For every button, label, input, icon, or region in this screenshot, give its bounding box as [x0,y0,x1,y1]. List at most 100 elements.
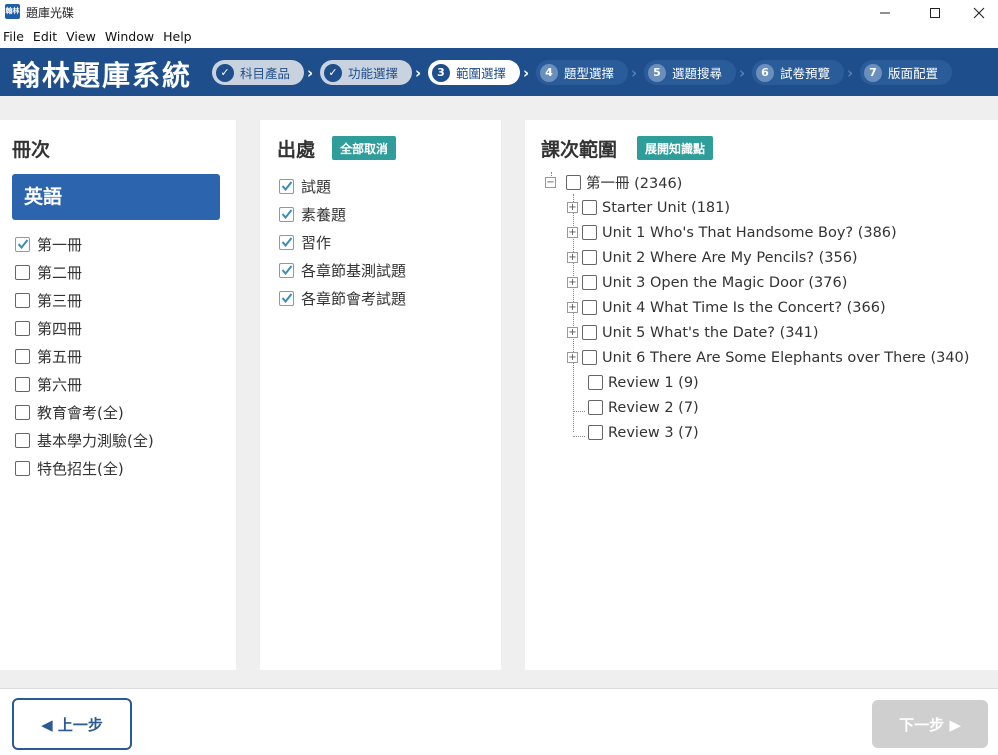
tree-item[interactable]: + Unit 1 Who's That Handsome Boy? (386) [567,220,897,245]
source-item[interactable]: 素養題 [279,200,406,228]
tree-item[interactable]: Review 3 (7) [588,420,699,445]
menu-window[interactable]: Window [105,29,154,47]
checkbox-icon[interactable] [582,325,597,340]
maximize-button[interactable] [912,0,958,26]
close-button[interactable] [956,0,998,26]
close-icon [973,7,985,19]
source-item[interactable]: 各章節會考試題 [279,284,406,312]
checkbox-checked-icon[interactable] [279,206,294,222]
previous-step-button[interactable]: ◀ 上一步 [12,698,132,750]
tree-item[interactable]: Review 1 (9) [588,370,699,395]
checkbox-icon[interactable] [566,175,581,190]
expand-icon[interactable]: + [567,302,578,313]
checkbox-icon[interactable] [582,250,597,265]
step-number: 5 [648,63,666,82]
checkbox-icon[interactable] [582,350,597,365]
step-layout-config[interactable]: 7 版面配置 [860,60,952,85]
checkbox-icon[interactable] [588,400,603,415]
checkbox-icon[interactable] [15,292,30,308]
source-item[interactable]: 各章節基測試題 [279,256,406,284]
volume-item[interactable]: 第三冊 [15,286,154,314]
tree-item[interactable]: Review 2 (7) [588,395,699,420]
checkbox-icon[interactable] [582,275,597,290]
expand-icon[interactable]: + [567,327,578,338]
expand-icon[interactable]: + [567,352,578,363]
tree-label: Unit 6 There Are Some Elephants over The… [602,349,970,366]
step-range-select[interactable]: 3 範圍選擇 [428,60,520,85]
checkbox-checked-icon[interactable] [279,178,294,194]
checkbox-icon[interactable] [15,460,30,476]
source-label: 試題 [301,177,332,196]
step-paper-preview[interactable]: 6 試卷預覽 [752,60,844,85]
tree-item[interactable]: + Unit 2 Where Are My Pencils? (356) [567,245,858,270]
volume-label: 教育會考(全) [37,403,124,422]
source-item[interactable]: 習作 [279,228,406,256]
step-arrow-icon: › [847,64,854,82]
checkbox-checked-icon[interactable] [279,234,294,250]
deselect-all-button[interactable]: 全部取消 [332,136,396,160]
step-function-select[interactable]: ✓ 功能選擇 [320,60,412,85]
step-question-search[interactable]: 5 選題搜尋 [644,60,736,85]
expand-knowledge-button[interactable]: 展開知識點 [637,136,713,160]
tree-item[interactable]: + Unit 3 Open the Magic Door (376) [567,270,847,295]
menu-help[interactable]: Help [163,29,192,47]
checkbox-icon[interactable] [588,425,603,440]
step-subject-product[interactable]: ✓ 科目產品 [212,60,304,85]
tree-label: Unit 3 Open the Magic Door (376) [602,274,848,291]
tree-label: Review 2 (7) [608,399,699,416]
source-label: 習作 [301,233,332,252]
checkbox-icon[interactable] [582,200,597,215]
menu-file[interactable]: File [3,29,24,47]
volume-item[interactable]: 第一冊 [15,230,154,258]
checkbox-icon[interactable] [15,264,30,280]
expand-icon[interactable]: + [567,227,578,238]
source-item[interactable]: 試題 [279,172,406,200]
next-step-button[interactable]: 下一步 ▶ [872,700,988,748]
checkbox-icon[interactable] [15,432,30,448]
checkbox-checked-icon[interactable] [279,290,294,306]
menu-edit[interactable]: Edit [33,29,57,47]
tree-item[interactable]: + Unit 5 What's the Date? (341) [567,320,819,345]
menu-view[interactable]: View [66,29,96,47]
volume-item[interactable]: 特色招生(全) [15,454,154,482]
volume-item[interactable]: 第四冊 [15,314,154,342]
volume-item[interactable]: 教育會考(全) [15,398,154,426]
expand-icon[interactable]: + [567,277,578,288]
expand-icon[interactable]: + [567,252,578,263]
step-number: 3 [432,63,450,82]
volume-item[interactable]: 第六冊 [15,370,154,398]
tree-label: Unit 5 What's the Date? (341) [602,324,819,341]
volume-item[interactable]: 第五冊 [15,342,154,370]
checkbox-checked-icon[interactable] [279,262,294,278]
volume-label: 第四冊 [37,319,83,338]
volume-item[interactable]: 第二冊 [15,258,154,286]
step-arrow-icon: › [631,64,638,82]
checkbox-icon[interactable] [582,300,597,315]
app-header: 翰林題庫系統 ✓ 科目產品 › ✓ 功能選擇 › 3 範圍選擇 › 4 題型選擇… [0,48,998,96]
minimize-button[interactable] [862,0,908,26]
step-label: 科目產品 [240,66,291,81]
source-panel: 出處 全部取消 試題 素養題 習作 各章節基測試題 各章節會考試題 [260,120,501,670]
source-label: 各章節會考試題 [301,289,407,308]
tree-root[interactable]: − 第一冊 (2346) [545,170,682,195]
tree-label: Unit 4 What Time Is the Concert? (366) [602,299,886,316]
subject-selector[interactable]: 英語 [12,174,220,220]
checkbox-icon[interactable] [15,320,30,336]
step-number: 6 [756,63,774,82]
checkbox-icon[interactable] [588,375,603,390]
collapse-icon[interactable]: − [545,177,556,188]
checkbox-icon[interactable] [15,376,30,392]
tree-item[interactable]: + Unit 4 What Time Is the Concert? (366) [567,295,886,320]
tree-item[interactable]: + Unit 6 There Are Some Elephants over T… [567,345,969,370]
window-title: 題庫光碟 [26,6,75,20]
step-type-select[interactable]: 4 題型選擇 [536,60,628,85]
expand-icon[interactable]: + [567,202,578,213]
volume-item[interactable]: 基本學力測驗(全) [15,426,154,454]
checkbox-icon[interactable] [15,348,30,364]
checkbox-icon[interactable] [15,404,30,420]
checkbox-checked-icon[interactable] [15,236,30,252]
checkbox-icon[interactable] [582,225,597,240]
step-label: 試卷預覽 [780,66,831,81]
tree-item[interactable]: + Starter Unit (181) [567,195,730,220]
tree-label: Unit 2 Where Are My Pencils? (356) [602,249,858,266]
